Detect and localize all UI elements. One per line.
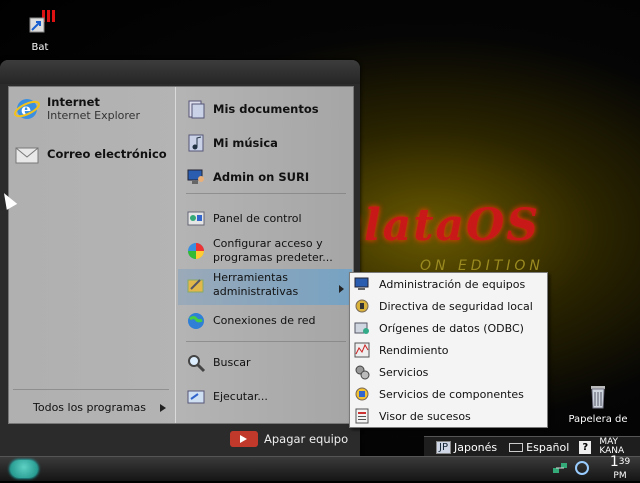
all-programs-button[interactable]: Todos los programas — [33, 401, 166, 414]
menu-item-label: Configurar acceso y programas predeter..… — [213, 237, 333, 264]
taskbar: 139 PM — [0, 455, 640, 483]
menu-item-label: Admin on SURI — [213, 170, 310, 184]
desktop-icon-recycle-bin[interactable]: Papelera de — [566, 380, 630, 425]
divider — [186, 341, 346, 342]
shutdown-label: Apagar equipo — [264, 432, 349, 446]
desktop-icon-label: Papelera de — [568, 414, 628, 425]
language-label: Japonés — [453, 440, 498, 454]
clock-hour: 1 — [609, 454, 619, 470]
batch-shortcut-icon — [24, 8, 56, 40]
ime-indicator: JP — [436, 440, 451, 454]
submenu-item-label: Rendimiento — [379, 343, 449, 357]
documents-icon — [186, 99, 206, 119]
internet-explorer-icon: e — [13, 95, 41, 123]
menu-item-label: Herramientas administrativas — [213, 271, 299, 298]
submenu-item-label: Visor de sucesos — [379, 409, 471, 423]
system-tray: 139 PM — [552, 455, 640, 483]
sync-tray-icon[interactable] — [574, 460, 590, 479]
menu-item-label: Mis documentos — [213, 102, 319, 116]
language-label: Español — [526, 440, 570, 454]
menu-item-label: Mi música — [213, 136, 278, 150]
user-computer-icon — [186, 167, 206, 187]
start-menu-header — [0, 60, 360, 84]
odbc-icon — [354, 320, 370, 336]
submenu-item-label: Directiva de seguridad local — [379, 299, 533, 313]
menu-item-label: Buscar — [213, 356, 251, 369]
all-programs-label: Todos los programas — [33, 401, 146, 414]
divider — [13, 389, 169, 390]
submenu-item-visor-sucesos[interactable]: Visor de sucesos — [354, 405, 544, 427]
pinned-mail[interactable]: Correo electrónico — [13, 141, 173, 169]
menu-item-label: Ejecutar... — [213, 390, 268, 403]
menu-item-ejecutar[interactable]: Ejecutar... — [186, 387, 350, 407]
submenu-item-label: Servicios — [379, 365, 429, 379]
start-menu: e Internet Internet Explorer Correo elec… — [0, 60, 360, 456]
chevron-right-icon — [159, 403, 166, 412]
menu-item-admin-on-suri[interactable]: Admin on SURI — [186, 167, 350, 187]
pinned-title: Internet — [47, 95, 100, 109]
divider — [186, 193, 346, 194]
security-policy-icon — [354, 298, 370, 314]
submenu-item-label: Servicios de componentes — [379, 387, 524, 401]
admin-tools-icon — [186, 275, 206, 295]
start-menu-body: e Internet Internet Explorer Correo elec… — [8, 86, 354, 424]
chevron-right-icon — [339, 285, 344, 293]
shutdown-button[interactable]: Apagar equipo — [230, 431, 348, 447]
network-tray-icon[interactable] — [552, 460, 568, 479]
menu-item-label: Conexiones de red — [213, 314, 316, 327]
keyboard-icon — [509, 442, 524, 452]
pinned-subtitle: Internet Explorer — [47, 109, 140, 122]
menu-item-herramientas-administrativas[interactable]: Herramientas administrativas — [186, 271, 350, 299]
menu-item-mis-documentos[interactable]: Mis documentos — [186, 99, 350, 119]
performance-icon — [354, 342, 370, 358]
submenu-item-label: Orígenes de datos (ODBC) — [379, 321, 524, 335]
submenu-item-rendimiento[interactable]: Rendimiento — [354, 339, 544, 361]
language-spanish[interactable]: Español — [509, 441, 569, 454]
start-menu-right-pane: Mis documentos Mi música Admin on SURI P… — [175, 87, 354, 423]
start-menu-footer: Apagar equipo — [0, 426, 360, 456]
admin-tools-submenu: Administración de equipos Directiva de s… — [349, 272, 548, 428]
network-connections-icon — [186, 311, 206, 331]
start-menu-left-pane: e Internet Internet Explorer Correo elec… — [9, 87, 175, 423]
clock-minute: 39 — [618, 457, 631, 467]
menu-item-buscar[interactable]: Buscar — [186, 353, 350, 373]
submenu-item-servicios-componentes[interactable]: Servicios de componentes — [354, 383, 544, 405]
control-panel-icon — [186, 209, 206, 229]
language-japanese[interactable]: JP Japonés — [436, 440, 498, 454]
search-icon — [186, 353, 206, 373]
submenu-item-odbc[interactable]: Orígenes de datos (ODBC) — [354, 317, 544, 339]
submenu-item-administracion-equipos[interactable]: Administración de equipos — [354, 273, 544, 295]
clock[interactable]: 139 PM — [600, 455, 640, 483]
menu-item-mi-musica[interactable]: Mi música — [186, 133, 350, 153]
music-icon — [186, 133, 206, 153]
menu-item-configurar-acceso[interactable]: Configurar acceso y programas predeter..… — [186, 237, 350, 265]
start-button[interactable] — [10, 460, 38, 478]
computer-management-icon — [354, 276, 370, 292]
submenu-item-servicios[interactable]: Servicios — [354, 361, 544, 383]
pinned-title: Correo electrónico — [47, 147, 167, 161]
default-programs-icon — [186, 241, 206, 261]
menu-item-conexiones-de-red[interactable]: Conexiones de red — [186, 311, 350, 331]
run-icon — [186, 387, 206, 407]
help-button[interactable]: ? — [579, 440, 592, 454]
submenu-item-directiva-seguridad[interactable]: Directiva de seguridad local — [354, 295, 544, 317]
services-icon — [354, 364, 370, 380]
event-viewer-icon — [354, 408, 370, 424]
menu-item-label: Panel de control — [213, 212, 302, 225]
submenu-item-label: Administración de equipos — [379, 277, 526, 291]
desktop-icon-bat[interactable]: Bat — [8, 8, 72, 53]
recycle-bin-icon — [582, 380, 614, 412]
desktop-icon-label: Bat — [31, 42, 49, 53]
language-bar: JP Japonés Español ? MAY KANA — [424, 436, 640, 457]
menu-item-panel-de-control[interactable]: Panel de control — [186, 209, 350, 229]
component-services-icon — [354, 386, 370, 402]
mail-icon — [13, 141, 41, 169]
pinned-internet[interactable]: e Internet Internet Explorer — [13, 95, 173, 123]
power-icon — [230, 431, 258, 447]
